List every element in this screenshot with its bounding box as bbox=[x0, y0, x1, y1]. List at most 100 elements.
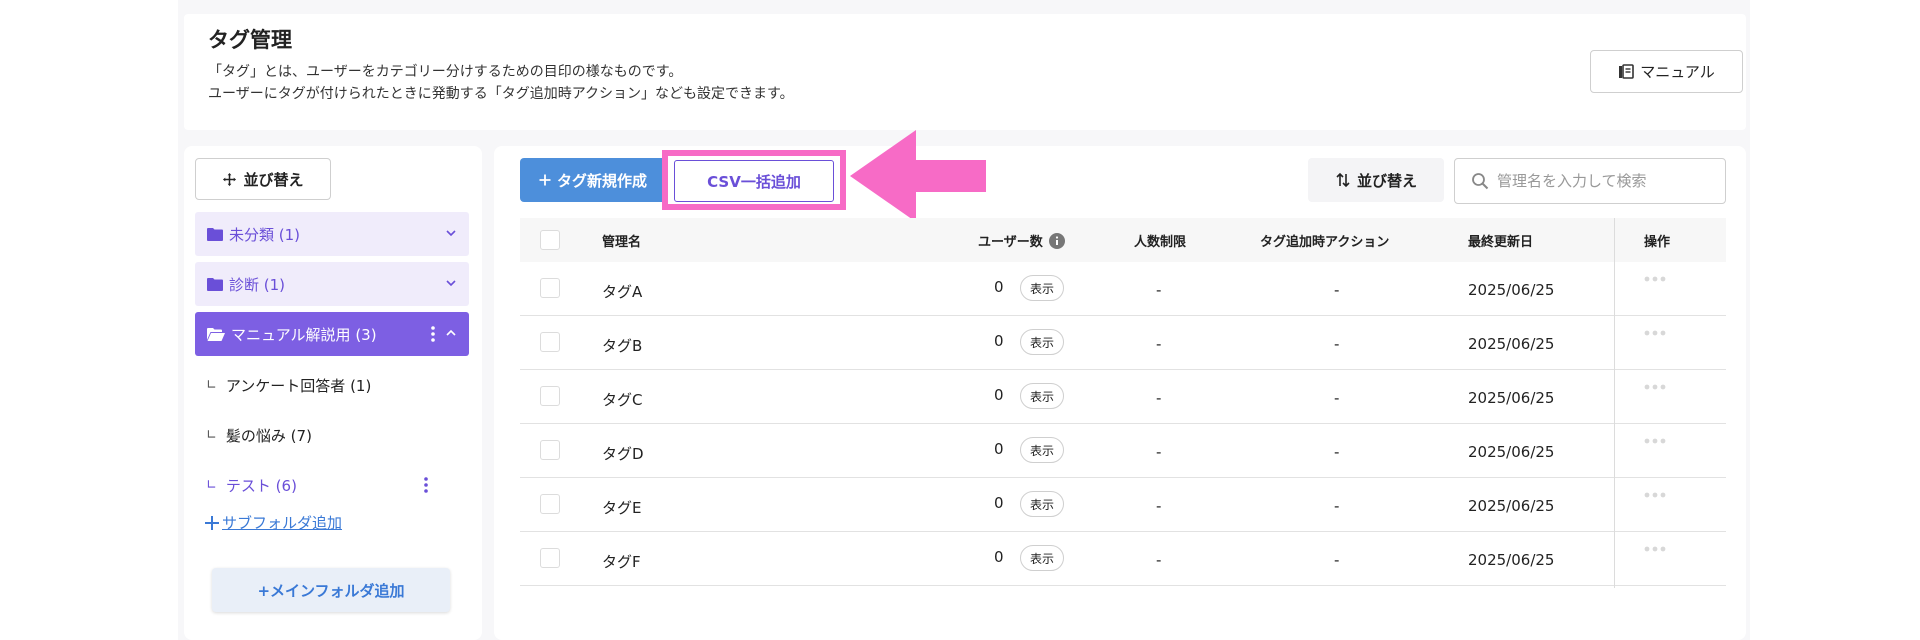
search-box[interactable] bbox=[1454, 158, 1726, 204]
updated-date: 2025/06/25 bbox=[1468, 281, 1555, 299]
more-dots-icon[interactable] bbox=[1644, 330, 1666, 336]
table-row[interactable]: タグD 0 表示 - - 2025/06/25 bbox=[520, 424, 1726, 478]
row-checkbox[interactable] bbox=[540, 386, 560, 406]
plus-icon bbox=[205, 515, 219, 530]
subfolder-item-selected[interactable]: ∟ テスト (6) bbox=[206, 475, 297, 496]
more-dots-icon[interactable] bbox=[1644, 492, 1666, 498]
action-value: - bbox=[1334, 281, 1340, 299]
folder-label: マニュアル解説用 (3) bbox=[231, 325, 377, 344]
new-tag-button[interactable]: タグ新規作成 bbox=[520, 158, 666, 202]
tree-corner-icon: ∟ bbox=[206, 428, 217, 443]
new-tag-label: タグ新規作成 bbox=[556, 171, 647, 190]
column-header-operation: 操作 bbox=[1644, 235, 1671, 250]
action-value: - bbox=[1334, 389, 1340, 407]
page-title: タグ管理 bbox=[208, 28, 292, 52]
search-icon bbox=[1472, 173, 1489, 190]
column-header-limit: 人数制限 bbox=[1134, 235, 1187, 250]
folder-icon bbox=[207, 278, 223, 291]
csv-bulk-add-button[interactable]: CSV一括追加 bbox=[674, 160, 834, 202]
action-value: - bbox=[1334, 443, 1340, 461]
action-value: - bbox=[1334, 551, 1340, 569]
column-header-action: タグ追加時アクション bbox=[1260, 235, 1390, 250]
tag-sort-button[interactable]: 並び替え bbox=[1308, 158, 1444, 202]
tree-corner-icon: ∟ bbox=[206, 478, 217, 493]
manual-button[interactable]: マニュアル bbox=[1590, 50, 1743, 93]
show-users-button[interactable]: 表示 bbox=[1020, 545, 1064, 571]
show-users-button[interactable]: 表示 bbox=[1020, 329, 1064, 355]
page-description-line1: 「タグ」とは、ユーザーをカテゴリー分けするための目印の様なものです。 bbox=[208, 64, 683, 80]
plus-icon bbox=[539, 174, 551, 186]
updated-date: 2025/06/25 bbox=[1468, 551, 1555, 569]
info-icon[interactable] bbox=[1048, 233, 1065, 249]
limit-value: - bbox=[1156, 497, 1162, 515]
folder-sort-label: 並び替え bbox=[243, 170, 304, 189]
row-checkbox[interactable] bbox=[540, 278, 560, 298]
folder-item-diagnosis[interactable]: 診断 (1) bbox=[195, 262, 469, 306]
row-checkbox[interactable] bbox=[540, 548, 560, 568]
folder-item-unclassified[interactable]: 未分類 (1) bbox=[195, 212, 469, 256]
show-users-button[interactable]: 表示 bbox=[1020, 275, 1064, 301]
more-dots-icon[interactable] bbox=[1644, 546, 1666, 552]
search-input[interactable] bbox=[1497, 172, 1717, 190]
table-row[interactable]: タグB 0 表示 - - 2025/06/25 bbox=[520, 316, 1726, 370]
row-checkbox[interactable] bbox=[540, 494, 560, 514]
subfolder-item[interactable]: ∟ アンケート回答者 (1) bbox=[206, 375, 371, 396]
column-header-users-label: ユーザー数 bbox=[978, 235, 1043, 250]
user-count: 0 bbox=[994, 332, 1004, 350]
table-row[interactable]: タグA 0 表示 - - 2025/06/25 bbox=[520, 262, 1726, 316]
add-subfolder-link[interactable]: サブフォルダ追加 bbox=[204, 512, 342, 533]
chevron-up-icon[interactable] bbox=[445, 327, 457, 339]
more-dots-icon[interactable] bbox=[1644, 276, 1666, 282]
limit-value: - bbox=[1156, 551, 1162, 569]
header-card: タグ管理 「タグ」とは、ユーザーをカテゴリー分けするための目印の様なものです。 … bbox=[184, 14, 1746, 130]
updated-date: 2025/06/25 bbox=[1468, 335, 1555, 353]
subfolder-label: テスト (6) bbox=[225, 477, 297, 495]
row-checkbox[interactable] bbox=[540, 332, 560, 352]
tree-corner-icon: ∟ bbox=[206, 378, 217, 393]
updated-date: 2025/06/25 bbox=[1468, 497, 1555, 515]
add-subfolder-label: サブフォルダ追加 bbox=[222, 514, 343, 532]
subfolder-label: 髪の悩み (7) bbox=[225, 427, 312, 445]
chevron-down-icon[interactable] bbox=[445, 277, 457, 289]
row-checkbox[interactable] bbox=[540, 440, 560, 460]
kebab-icon[interactable] bbox=[424, 476, 428, 494]
book-icon bbox=[1619, 63, 1635, 79]
show-users-button[interactable]: 表示 bbox=[1020, 437, 1064, 463]
tag-name: タグC bbox=[602, 391, 643, 409]
page: タグ管理 「タグ」とは、ユーザーをカテゴリー分けするための目印の様なものです。 … bbox=[0, 0, 1920, 640]
user-count: 0 bbox=[994, 386, 1004, 404]
page-description-line2: ユーザーにタグが付けられたときに発動する「タグ追加時アクション」なども設定できま… bbox=[208, 86, 794, 102]
limit-value: - bbox=[1156, 335, 1162, 353]
more-dots-icon[interactable] bbox=[1644, 438, 1666, 444]
more-dots-icon[interactable] bbox=[1644, 384, 1666, 390]
kebab-icon[interactable] bbox=[431, 325, 435, 343]
action-value: - bbox=[1334, 335, 1340, 353]
folder-item-manual[interactable]: マニュアル解説用 (3) bbox=[195, 312, 469, 356]
show-users-button[interactable]: 表示 bbox=[1020, 383, 1064, 409]
table-header: 管理名 ユーザー数 人数制限 タグ追加時アクション 最終更新日 操作 bbox=[520, 218, 1726, 262]
user-count: 0 bbox=[994, 494, 1004, 512]
table-row[interactable]: タグE 0 表示 - - 2025/06/25 bbox=[520, 478, 1726, 532]
folder-open-icon bbox=[207, 328, 225, 341]
csv-highlight-box: CSV一括追加 bbox=[662, 150, 846, 210]
folder-sort-button[interactable]: 並び替え bbox=[195, 158, 331, 200]
subfolder-item[interactable]: ∟ 髪の悩み (7) bbox=[206, 425, 312, 446]
tag-name: タグB bbox=[602, 337, 643, 355]
table-row[interactable]: タグC 0 表示 - - 2025/06/25 bbox=[520, 370, 1726, 424]
updated-date: 2025/06/25 bbox=[1468, 443, 1555, 461]
manual-button-label: マニュアル bbox=[1640, 63, 1715, 81]
show-users-button[interactable]: 表示 bbox=[1020, 491, 1064, 517]
move-icon bbox=[223, 172, 237, 186]
column-header-name: 管理名 bbox=[602, 235, 642, 250]
chevron-down-icon[interactable] bbox=[445, 227, 457, 239]
folder-sidebar: 並び替え 未分類 (1) 診断 (1) マニュアル解説用 (3) ∟ アンケート… bbox=[184, 146, 482, 640]
column-header-users: ユーザー数 bbox=[978, 231, 1065, 250]
select-all-checkbox[interactable] bbox=[540, 230, 560, 250]
add-main-folder-button[interactable]: +メインフォルダ追加 bbox=[212, 568, 450, 612]
table-row[interactable]: タグF 0 表示 - - 2025/06/25 bbox=[520, 532, 1726, 586]
tag-sort-label: 並び替え bbox=[1356, 171, 1417, 190]
tag-name: タグF bbox=[602, 553, 641, 571]
arrow-icon bbox=[850, 130, 986, 222]
action-value: - bbox=[1334, 497, 1340, 515]
operation-column-divider bbox=[1614, 218, 1615, 588]
